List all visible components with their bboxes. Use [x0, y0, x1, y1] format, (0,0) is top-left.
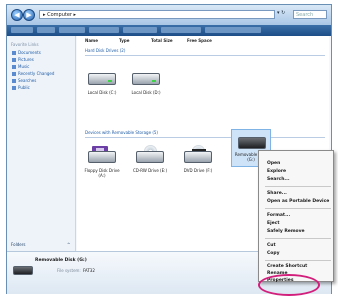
drive-label: Local Disk (D:): [131, 90, 161, 95]
chevron-up-icon[interactable]: ^: [67, 242, 70, 247]
menu-separator: [265, 238, 331, 239]
menu-item-explore[interactable]: Explore: [267, 169, 286, 174]
nav-link-music[interactable]: Music: [12, 64, 29, 69]
group-divider: [85, 137, 325, 138]
menu-item-open-portable[interactable]: Open as Portable Device: [267, 199, 329, 204]
refresh-icon[interactable]: ▾ ↻: [277, 10, 285, 16]
back-arrow-icon: ◀: [14, 11, 20, 19]
group-hard-disk-drives[interactable]: Hard Disk Drives (2): [85, 48, 125, 53]
menu-item-safely-remove[interactable]: Safely Remove: [267, 229, 305, 234]
column-header-type[interactable]: Type: [119, 38, 129, 43]
drive-dvd-f[interactable]: DVD DVD Drive (F:): [179, 145, 217, 173]
back-button[interactable]: ◀: [11, 9, 23, 21]
hard-drive-icon: [130, 68, 162, 88]
floppy-drive-icon: [86, 146, 118, 166]
drive-label: Local Disk (C:): [87, 90, 117, 95]
nav-link-searches[interactable]: Searches: [12, 78, 36, 83]
details-file-system-value: FAT32: [83, 268, 95, 273]
removable-disk-icon: [236, 132, 266, 150]
cd-drive-icon: [134, 145, 166, 166]
drive-local-d[interactable]: Local Disk (D:): [127, 68, 165, 95]
column-header-total-size[interactable]: Total Size: [151, 38, 173, 43]
nav-link-recently-changed[interactable]: Recently Changed: [12, 71, 54, 76]
column-header-name[interactable]: Name: [85, 38, 98, 43]
command-bar: [7, 25, 331, 36]
forward-arrow-icon: ▶: [26, 11, 32, 19]
menu-item-format[interactable]: Format...: [267, 213, 290, 218]
nav-link-pictures[interactable]: Pictures: [12, 57, 34, 62]
drive-label: Floppy Disk Drive (A:): [84, 168, 120, 178]
drive-label: CD-RW Drive (E:): [132, 168, 168, 173]
drive-local-c[interactable]: Local Disk (C:): [83, 68, 121, 95]
cmd-system-properties[interactable]: [89, 27, 119, 33]
address-input[interactable]: ▸ Computer ▸: [39, 10, 275, 19]
details-file-system-label: File system:: [57, 268, 81, 273]
group-divider: [85, 55, 325, 56]
menu-item-share[interactable]: Share...: [267, 191, 287, 196]
highlight-circle: [258, 274, 320, 296]
cmd-control-panel[interactable]: [205, 27, 261, 33]
menu-item-create-shortcut[interactable]: Create Shortcut: [267, 264, 307, 269]
column-header-free-space[interactable]: Free Space: [187, 38, 212, 43]
removable-disk-icon: [13, 264, 35, 278]
cmd-map-drive[interactable]: [161, 27, 201, 33]
navigation-pane: Favorite Links Documents Pictures Music …: [7, 36, 76, 251]
drive-floppy-a[interactable]: Floppy Disk Drive (A:): [83, 146, 121, 178]
cmd-properties[interactable]: [59, 27, 85, 33]
menu-item-eject[interactable]: Eject: [267, 221, 280, 226]
dvd-drive-icon: DVD: [182, 145, 214, 166]
nav-link-public[interactable]: Public: [12, 85, 30, 90]
cmd-views[interactable]: [37, 27, 55, 33]
context-menu: Open Explore Search... Share... Open as …: [258, 150, 334, 283]
menu-item-copy[interactable]: Copy: [267, 251, 280, 256]
hard-drive-icon: [86, 68, 118, 88]
menu-separator: [265, 260, 331, 261]
folders-toggle[interactable]: Folders: [11, 242, 25, 247]
cmd-organize[interactable]: [11, 27, 33, 33]
menu-separator: [265, 208, 331, 209]
details-drive-name: Removable Disk (G:): [35, 258, 87, 263]
nav-link-documents[interactable]: Documents: [12, 50, 41, 55]
drive-label: DVD Drive (F:): [183, 168, 213, 173]
cmd-uninstall[interactable]: [123, 27, 157, 33]
group-removable-storage[interactable]: Devices with Removable Storage (5): [85, 130, 158, 135]
menu-item-open[interactable]: Open: [267, 161, 280, 166]
address-bar: ◀ ▶ ▸ Computer ▸ ▾ ↻ Search: [7, 5, 331, 25]
drive-cdrw-e[interactable]: CD-RW Drive (E:): [131, 145, 169, 173]
menu-separator: [265, 186, 331, 187]
favorite-links-title: Favorite Links: [11, 42, 39, 47]
forward-button[interactable]: ▶: [23, 9, 35, 21]
menu-item-search[interactable]: Search...: [267, 177, 290, 182]
menu-item-cut[interactable]: Cut: [267, 243, 276, 248]
search-input[interactable]: Search: [293, 10, 327, 19]
